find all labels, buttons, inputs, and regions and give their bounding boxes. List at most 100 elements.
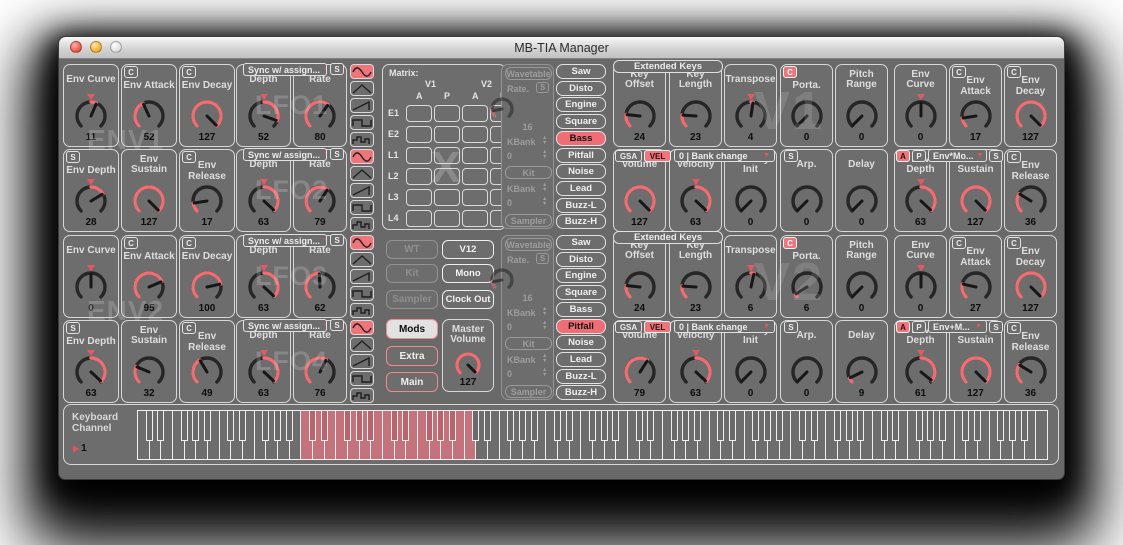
v1-delay-knob-cell[interactable]: Delay0 xyxy=(835,149,888,232)
lfo1-wave-triangle-button[interactable] xyxy=(350,81,374,96)
black-key-7[interactable] xyxy=(227,410,234,441)
black-key-74[interactable] xyxy=(1009,410,1016,441)
black-key-66[interactable] xyxy=(916,410,923,441)
v2-p-badge[interactable]: P xyxy=(912,321,926,333)
stepper-down-icon[interactable]: ▼ xyxy=(542,326,547,331)
stepper-down-icon[interactable]: ▼ xyxy=(542,202,547,207)
v1-waveform-buzz-l-button[interactable]: Buzz-L xyxy=(556,198,606,213)
lfo3-sync-dropdown[interactable]: Sync w/ assign...▼ xyxy=(243,234,327,247)
env2-env-depth-knob-cell[interactable]: SEnv Depth63 xyxy=(63,320,119,403)
v2-bank-change-dropdown[interactable]: 0 | Bank change▼ xyxy=(674,320,775,333)
master-volume-cell[interactable]: Master Volume127 xyxy=(442,319,494,392)
matrix-cell-l1-2[interactable] xyxy=(462,147,488,164)
black-key-54[interactable] xyxy=(776,410,783,441)
v1-waveform-lead-button[interactable]: Lead xyxy=(556,181,606,196)
v1-transpose-knob-cell[interactable]: Transpose4 xyxy=(724,64,777,147)
black-key-14[interactable] xyxy=(309,410,316,441)
minimize-button[interactable] xyxy=(90,41,102,53)
piano-keyboard[interactable] xyxy=(137,410,1047,460)
v1-waveform-engine-button[interactable]: Engine xyxy=(556,97,606,112)
v2-key-length-knob-cell[interactable]: Key Length23 xyxy=(669,235,722,318)
lfo1-rate-knob-cell[interactable]: Rate80 xyxy=(293,64,347,147)
env2-env-release-c-badge[interactable]: C xyxy=(182,322,196,334)
v1-wavetable-kbank-label-stepper[interactable]: ▲▼ xyxy=(542,136,547,146)
v2-r2-env-release-c-badge[interactable]: C xyxy=(1007,322,1021,334)
black-key-28[interactable] xyxy=(472,410,479,441)
black-key-3[interactable] xyxy=(181,410,188,441)
black-key-32[interactable] xyxy=(519,410,526,441)
black-key-57[interactable] xyxy=(811,410,818,441)
v2-wavetable-s-badge[interactable]: S xyxy=(536,253,549,264)
matrix-cell-e1-1[interactable] xyxy=(434,105,460,122)
v2-pitch-range-knob-cell[interactable]: Pitch Range0 xyxy=(835,235,888,318)
v1-env-mode-dropdown[interactable]: Env*Mo...▼ xyxy=(928,149,987,162)
source-button-sampler[interactable]: Sampler xyxy=(386,290,438,309)
black-key-22[interactable] xyxy=(402,410,409,441)
v1-waveform-pitfall-button[interactable]: Pitfall xyxy=(556,148,606,163)
v2-waveform-buzz-l-button[interactable]: Buzz-L xyxy=(556,369,606,384)
v1-r2-env-release-c-badge[interactable]: C xyxy=(1007,151,1021,163)
v2-kit-kbank-value-stepper[interactable]: ▲▼ xyxy=(542,368,547,378)
lfo4-sync-dropdown[interactable]: Sync w/ assign...▼ xyxy=(243,319,327,332)
lfo2-depth-knob-cell[interactable]: Depth63 xyxy=(236,149,291,232)
source-button-wt[interactable]: WT xyxy=(386,240,438,259)
v1-r2-env-release-knob-cell[interactable]: CEnv Release36 xyxy=(1004,149,1057,232)
v1-key-length-knob-cell[interactable]: Key Length23 xyxy=(669,64,722,147)
black-key-40[interactable] xyxy=(612,410,619,441)
v1-pitch-range-knob-cell[interactable]: Pitch Range0 xyxy=(835,64,888,147)
matrix-cell-l3-2[interactable] xyxy=(462,189,488,206)
black-key-5[interactable] xyxy=(204,410,211,441)
v2-r1-env-attack-c-badge[interactable]: C xyxy=(952,237,966,249)
env2-env-depth-s-badge[interactable]: S xyxy=(66,322,80,334)
v1-env-s-badge[interactable]: S xyxy=(989,150,1003,162)
v2-waveform-saw-button[interactable]: Saw xyxy=(556,235,606,250)
stepper-down-icon[interactable]: ▼ xyxy=(542,373,547,378)
black-key-71[interactable] xyxy=(974,410,981,441)
lfo1-wave-sine-button[interactable] xyxy=(350,64,374,79)
black-key-15[interactable] xyxy=(321,410,328,441)
black-key-11[interactable] xyxy=(274,410,281,441)
v1-gsa-badge[interactable]: GSA xyxy=(615,150,642,162)
black-key-35[interactable] xyxy=(554,410,561,441)
v1-porta-knob-cell[interactable]: CPorta.0 xyxy=(780,64,833,147)
lfo2-sync-dropdown[interactable]: Sync w/ assign...▼ xyxy=(243,148,327,161)
lfo3-s-badge[interactable]: S xyxy=(330,234,344,246)
stepper-down-icon[interactable]: ▼ xyxy=(542,188,547,193)
matrix-cell-l1-0[interactable] xyxy=(406,147,432,164)
lfo2-wave-square-button[interactable] xyxy=(350,200,374,215)
black-key-75[interactable] xyxy=(1021,410,1028,441)
black-key-53[interactable] xyxy=(764,410,771,441)
env1-env-release-c-badge[interactable]: C xyxy=(182,151,196,163)
matrix-cell-l4-1[interactable] xyxy=(434,210,460,227)
black-key-12[interactable] xyxy=(286,410,293,441)
v1-a-badge[interactable]: A xyxy=(896,150,910,162)
black-key-63[interactable] xyxy=(881,410,888,441)
v1-r1-env-decay-c-badge[interactable]: C xyxy=(1007,66,1021,78)
env1-env-sustain-knob-cell[interactable]: Env Sustain127 xyxy=(121,149,177,232)
v1-waveform-buzz-h-button[interactable]: Buzz-H xyxy=(556,214,606,229)
lfo3-rate-knob-cell[interactable]: Rate62 xyxy=(293,235,347,318)
matrix-cell-l2-2[interactable] xyxy=(462,168,488,185)
black-key-25[interactable] xyxy=(437,410,444,441)
lfo3-wave-ramp-button[interactable] xyxy=(350,269,374,284)
v2-r1-env-decay-knob-cell[interactable]: CEnv Decay127 xyxy=(1004,235,1057,318)
lfo3-wave-sine-button[interactable] xyxy=(350,235,374,250)
lfo1-depth-knob-cell[interactable]: Depth52 xyxy=(236,64,291,147)
env1-env-curve-knob-cell[interactable]: Env Curve11 xyxy=(63,64,119,147)
v2-delay-knob-cell[interactable]: Delay9 xyxy=(835,320,888,403)
env1-env-attack-knob-cell[interactable]: CEnv Attack52 xyxy=(121,64,177,147)
black-key-8[interactable] xyxy=(239,410,246,441)
black-key-64[interactable] xyxy=(892,410,899,441)
env2-env-sustain-knob-cell[interactable]: Env Sustain32 xyxy=(121,320,177,403)
v2-a-badge[interactable]: A xyxy=(896,321,910,333)
v2-r1-env-attack-knob-cell[interactable]: CEnv Attack27 xyxy=(949,235,1002,318)
env2-env-attack-knob-cell[interactable]: CEnv Attack95 xyxy=(121,235,177,318)
matrix-cell-l3-0[interactable] xyxy=(406,189,432,206)
page-button-extra[interactable]: Extra xyxy=(386,346,438,366)
matrix-cell-l4-0[interactable] xyxy=(406,210,432,227)
page-button-main[interactable]: Main xyxy=(386,372,438,392)
matrix-cell-e1-0[interactable] xyxy=(406,105,432,122)
stepper-down-icon[interactable]: ▼ xyxy=(542,155,547,160)
v1-r1-env-curve-knob-cell[interactable]: Env Curve0 xyxy=(894,64,947,147)
env2-env-curve-knob-cell[interactable]: Env Curve0 xyxy=(63,235,119,318)
